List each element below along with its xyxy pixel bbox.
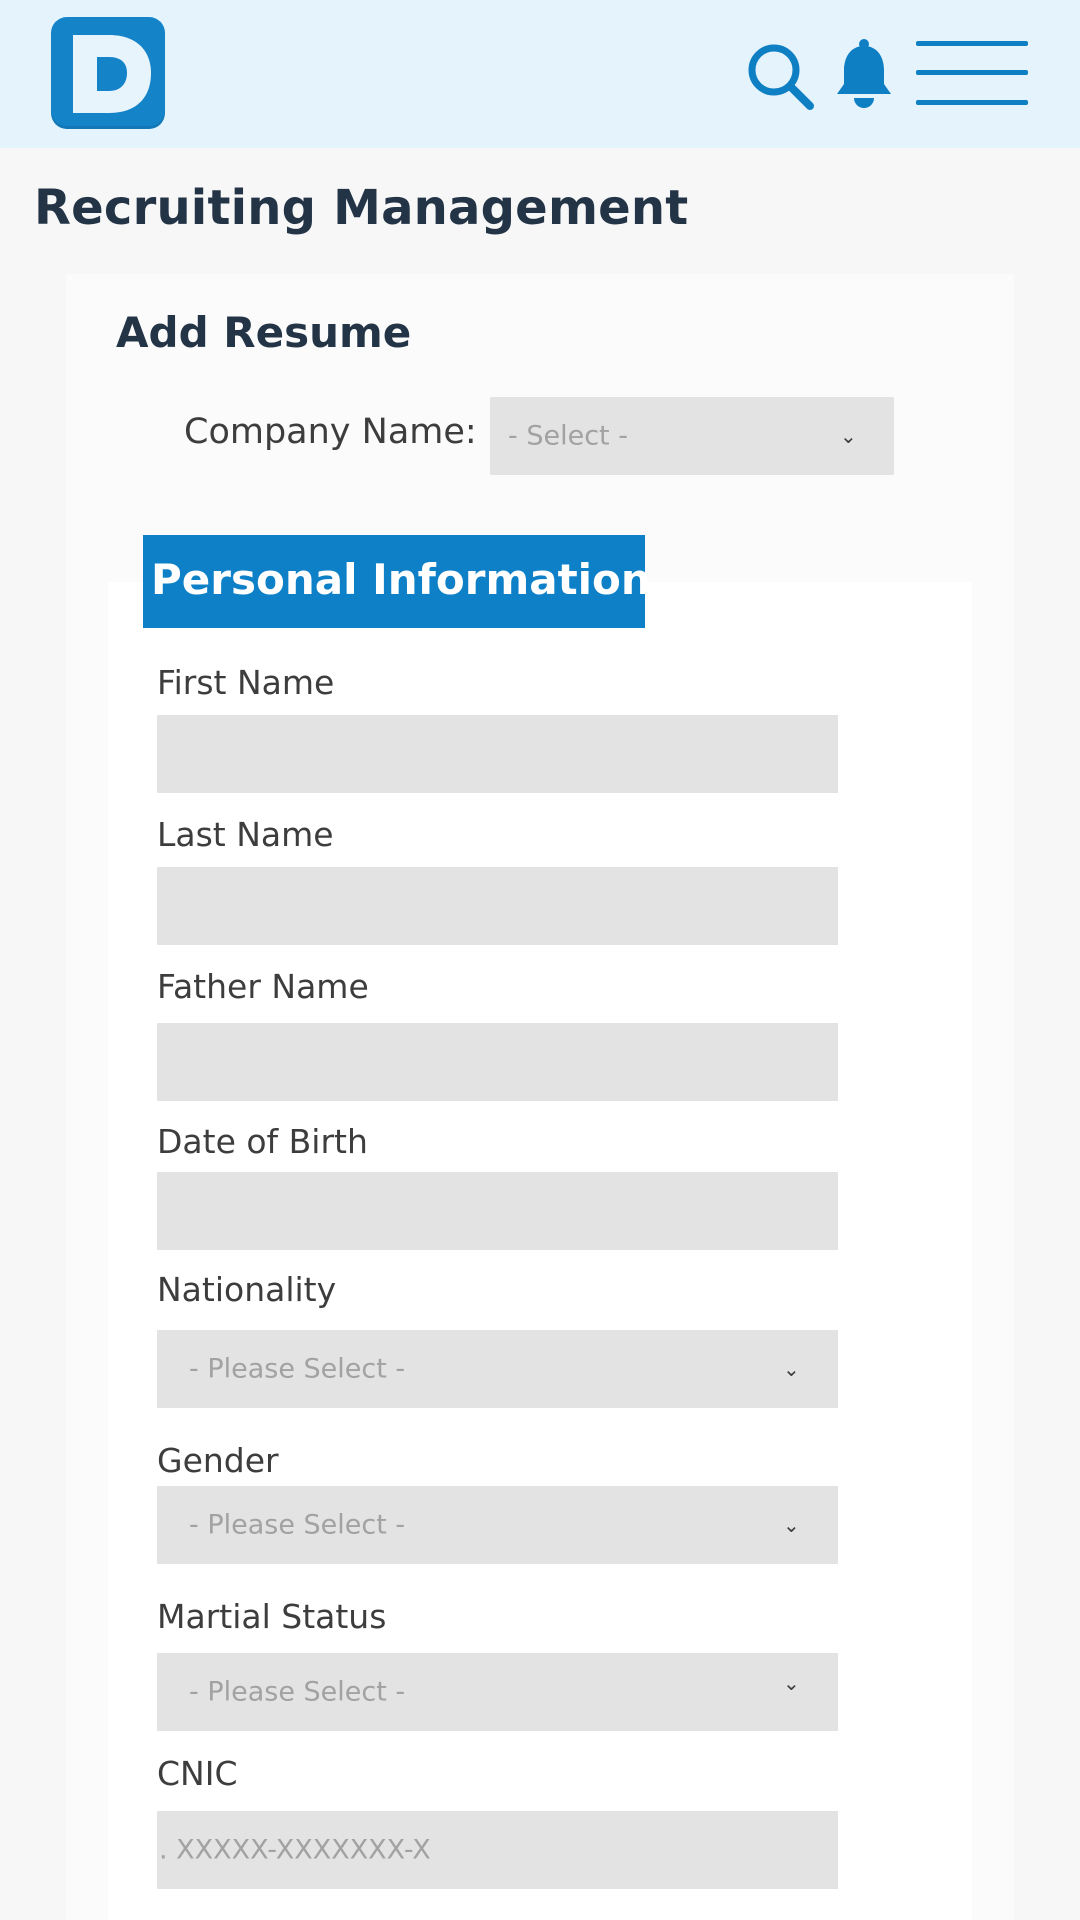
- page-title: Recruiting Management: [34, 180, 689, 236]
- form-title: Add Resume: [116, 308, 412, 357]
- marital-status-select-value: - Please Select -: [189, 1676, 406, 1708]
- date-of-birth-label: Date of Birth: [157, 1122, 368, 1161]
- logo-d-icon: [73, 35, 151, 113]
- chevron-down-icon: ⌄: [783, 1513, 800, 1537]
- nationality-select[interactable]: - Please Select - ⌄: [157, 1330, 838, 1408]
- last-name-input[interactable]: [157, 867, 838, 945]
- chevron-down-icon: ⌄: [840, 424, 857, 448]
- search-button[interactable]: [744, 40, 816, 112]
- first-name-input[interactable]: [157, 715, 838, 793]
- cnic-input[interactable]: . XXXXX-XXXXXXX-X: [157, 1811, 838, 1889]
- company-name-select[interactable]: - Select - ⌄: [490, 397, 894, 475]
- father-name-input[interactable]: [157, 1023, 838, 1101]
- nationality-select-value: - Please Select -: [189, 1353, 406, 1385]
- menu-icon-line: [916, 70, 1028, 75]
- menu-icon-line: [916, 41, 1028, 46]
- date-of-birth-input[interactable]: [157, 1172, 838, 1250]
- menu-icon-line: [916, 100, 1028, 105]
- gender-select-value: - Please Select -: [189, 1509, 406, 1541]
- section-title: Personal Information: [151, 555, 651, 604]
- menu-button[interactable]: [914, 38, 1030, 108]
- app-logo[interactable]: [51, 17, 165, 129]
- gender-select[interactable]: - Please Select - ⌄: [157, 1486, 838, 1564]
- father-name-label: Father Name: [157, 967, 369, 1006]
- last-name-label: Last Name: [157, 815, 334, 854]
- chevron-down-icon: ⌄: [783, 1357, 800, 1381]
- bell-icon: [837, 39, 891, 108]
- notifications-button[interactable]: [834, 38, 894, 110]
- chevron-down-icon: ⌄: [783, 1670, 800, 1695]
- top-header: [0, 0, 1080, 148]
- cnic-label: CNIC: [157, 1754, 238, 1793]
- search-icon: [748, 44, 814, 110]
- company-name-label: Company Name:: [184, 412, 477, 452]
- marital-status-select[interactable]: - Please Select - ⌄: [157, 1653, 838, 1731]
- personal-information-tab: Personal Information: [143, 535, 651, 628]
- nationality-label: Nationality: [157, 1270, 337, 1309]
- first-name-label: First Name: [157, 663, 335, 702]
- gender-label: Gender: [157, 1441, 279, 1480]
- cnic-placeholder: . XXXXX-XXXXXXX-X: [159, 1834, 431, 1866]
- company-select-value: - Select -: [508, 420, 628, 452]
- marital-status-label: Martial Status: [157, 1597, 387, 1636]
